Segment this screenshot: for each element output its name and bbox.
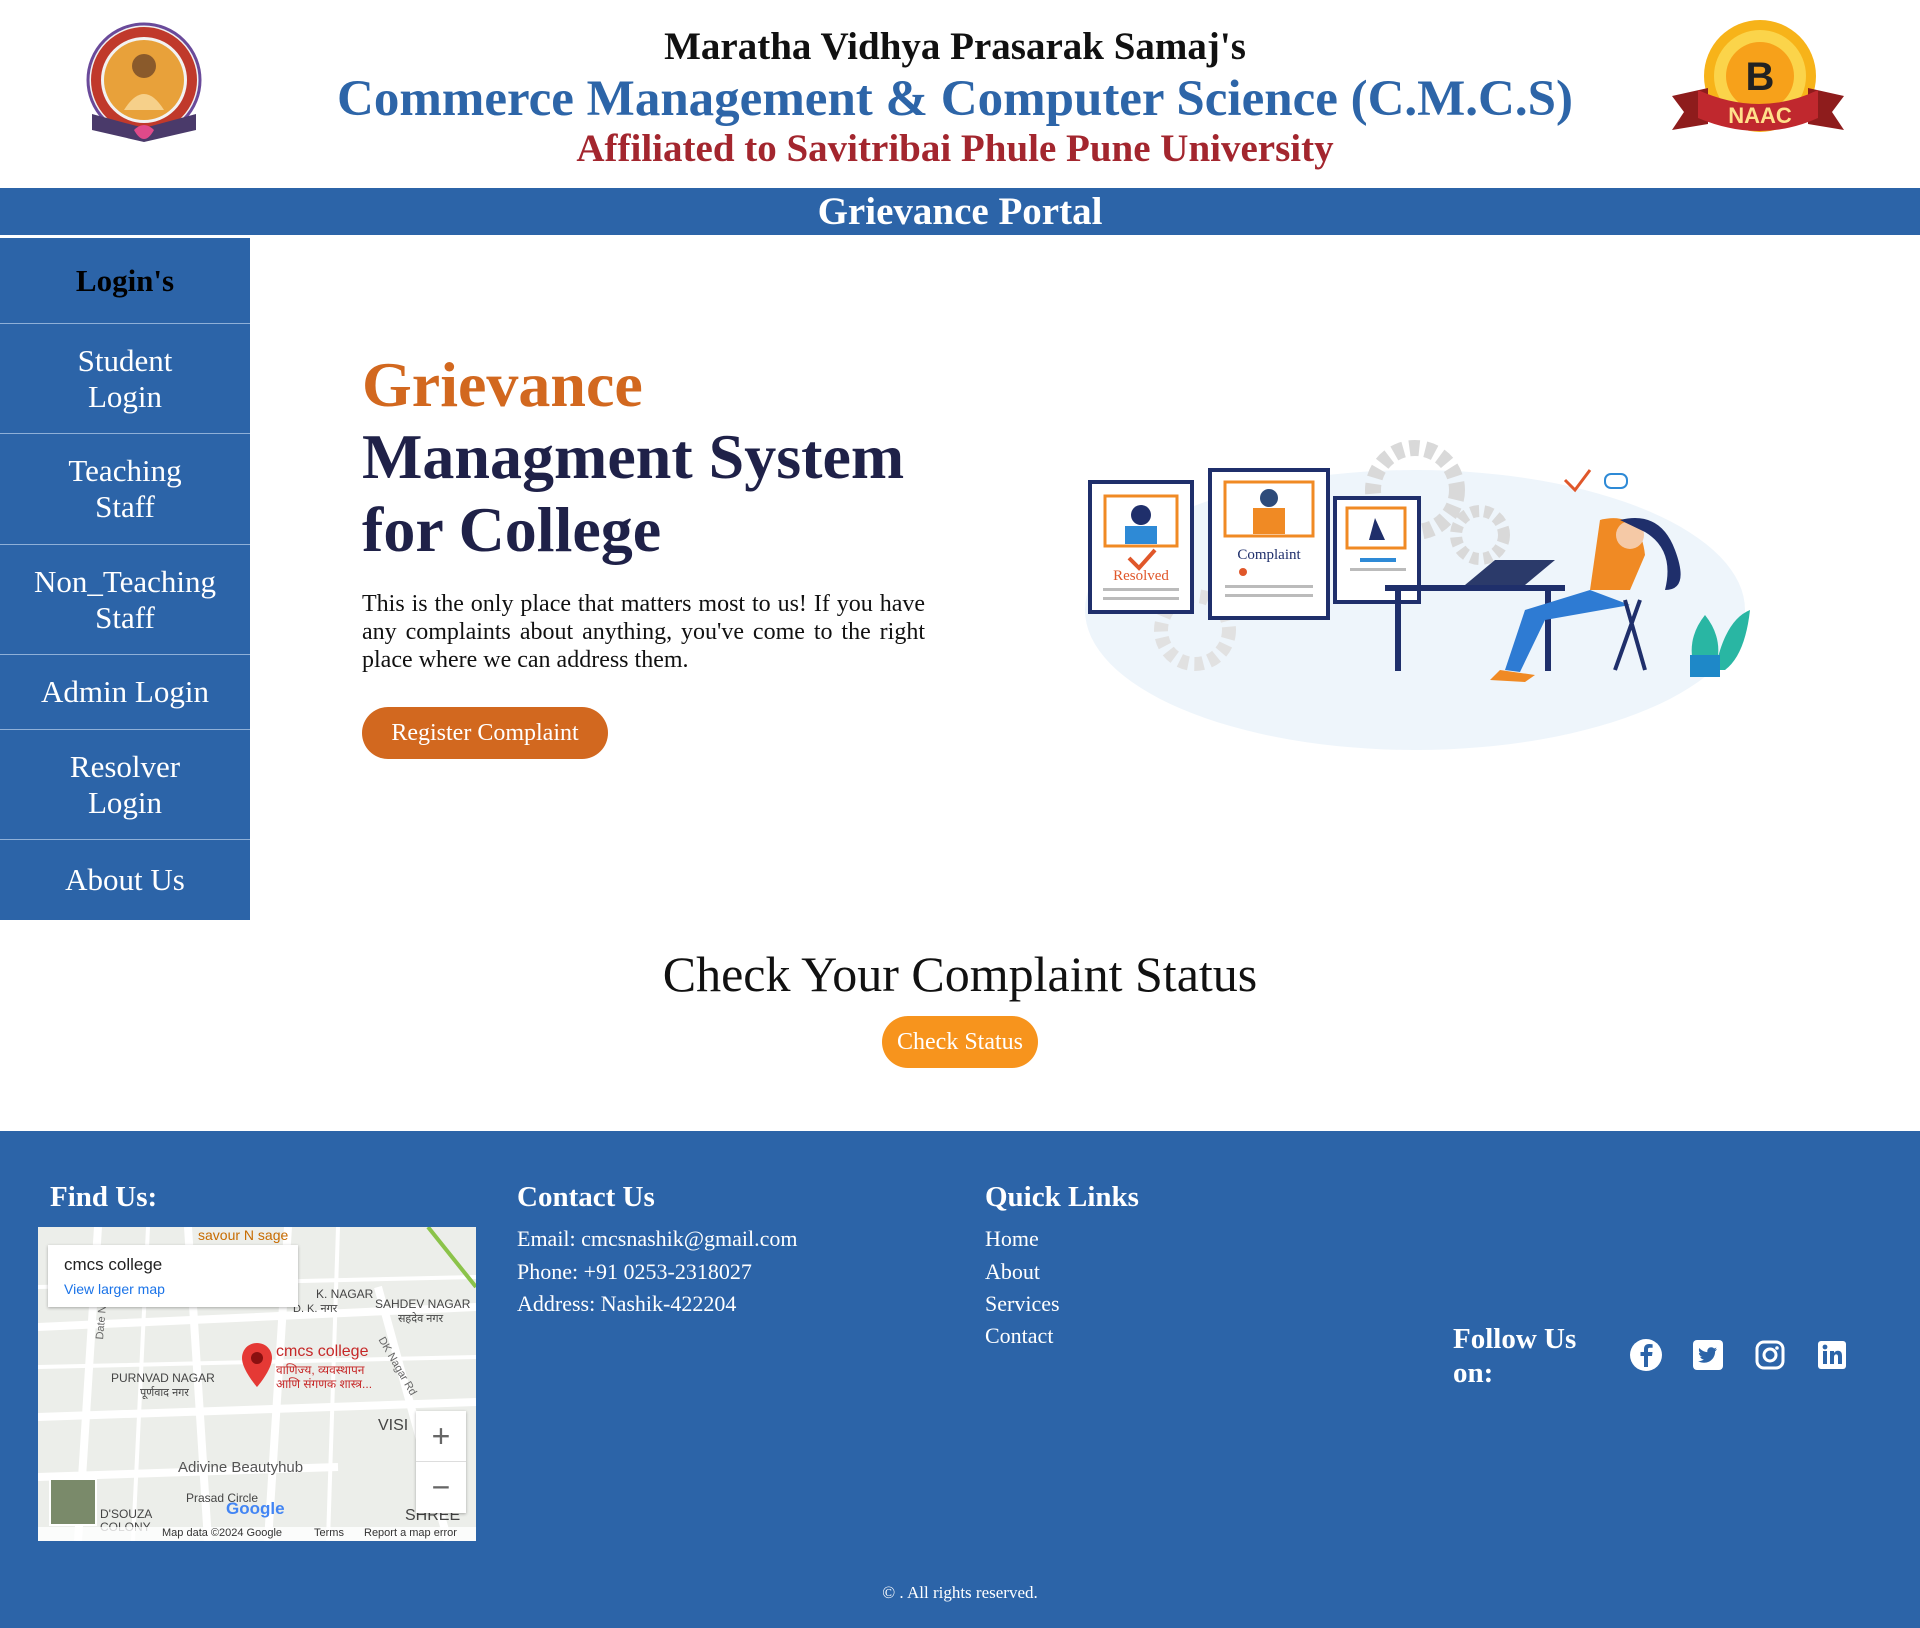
hero-title-accent: Grievance (362, 349, 643, 420)
map-info-card: cmcs college View larger map (48, 1245, 298, 1307)
sidebar-item-non-teaching-staff[interactable]: Non_Teaching Staff (0, 545, 250, 655)
complaint-label: Complaint (1237, 547, 1301, 563)
instagram-icon[interactable] (1752, 1337, 1788, 1373)
hero-description: This is the only place that matters most… (362, 591, 925, 673)
google-logo: Google (226, 1499, 285, 1518)
status-section-title: Check Your Complaint Status (662, 946, 1258, 1002)
contact-heading: Contact Us (517, 1181, 655, 1213)
sidebar-item-teaching-staff[interactable]: Teaching Staff (0, 434, 250, 545)
report-map-error-link[interactable]: Report a map error (364, 1527, 457, 1539)
map-pin-sub: आणि संगणक शास्त्र... (276, 1377, 373, 1391)
map-label-area: PURNVAD NAGAR (111, 1371, 215, 1385)
map-attribution: Map data ©2024 Google Terms Report a map… (38, 1527, 476, 1541)
sidebar-item-resolver-login[interactable]: Resolver Login (0, 730, 250, 840)
map-label-area: D. K. नगर (293, 1303, 338, 1315)
check-status-button[interactable]: Check Status (882, 1016, 1038, 1068)
site-footer: Find Us: savour N sage K. NAGAR D. K. नग… (0, 1131, 1920, 1628)
sidebar-item-admin-login[interactable]: Admin Login (0, 655, 250, 730)
register-complaint-button[interactable]: Register Complaint (362, 707, 608, 759)
map-label-area: पूर्णवाद नगर (140, 1387, 189, 1399)
sidebar-item-student-login[interactable]: Student Login (0, 324, 250, 434)
zoom-in-button[interactable]: + (416, 1411, 466, 1462)
copyright-text: © . All rights reserved. (882, 1583, 1038, 1602)
site-header: Maratha Vidhya Prasarak Samaj's Commerce… (0, 0, 1920, 188)
naac-badge: B NAAC (1672, 20, 1844, 132)
twitter-icon[interactable] (1690, 1337, 1726, 1373)
sidebar-item-about-us[interactable]: About Us (0, 840, 250, 920)
map-place-name: cmcs college (64, 1255, 163, 1274)
quick-link-home[interactable]: Home (985, 1226, 1039, 1252)
map-label-area: D'SOUZA (100, 1507, 153, 1521)
naac-grade: B (1746, 55, 1775, 99)
quick-link-about[interactable]: About (985, 1259, 1040, 1285)
society-name: Maratha Vidhya Prasarak Samaj's (664, 25, 1246, 68)
quick-link-contact[interactable]: Contact (985, 1323, 1053, 1349)
map-pin-label: cmcs college (276, 1343, 369, 1360)
quick-link-services[interactable]: Services (985, 1291, 1060, 1317)
map-label-area: VISI (378, 1417, 409, 1434)
map-pin-icon[interactable] (242, 1343, 272, 1387)
map-terms-link[interactable]: Terms (314, 1527, 344, 1539)
follow-us-heading-cont: on: (1453, 1357, 1494, 1389)
map-label-area: SAHDEV NAGAR (375, 1297, 471, 1311)
view-larger-map-link[interactable]: View larger map (64, 1281, 165, 1297)
facebook-icon[interactable] (1628, 1337, 1664, 1373)
map-zoom-control: + − (416, 1411, 466, 1513)
hero-title-line2: Managment System (362, 421, 905, 492)
contact-phone: Phone: +91 0253-2318027 (517, 1259, 752, 1284)
portal-title: Grievance Portal (0, 188, 1920, 235)
linkedin-icon[interactable] (1814, 1337, 1850, 1373)
follow-us-heading: Follow Us (1453, 1323, 1577, 1355)
map-label-poi: Adivine Beautyhub (178, 1459, 304, 1476)
hero-title-line3: for College (362, 494, 662, 565)
affiliation-text: Affiliated to Savitribai Phule Pune Univ… (576, 127, 1334, 170)
contact-address: Address: Nashik-422204 (517, 1291, 737, 1316)
naac-label: NAAC (1728, 103, 1792, 128)
find-us-heading: Find Us: (50, 1181, 158, 1213)
location-map[interactable]: savour N sage K. NAGAR D. K. नगर SAHDEV … (38, 1227, 476, 1541)
map-data-credit: Map data ©2024 Google (162, 1527, 283, 1539)
complaint-illustration: Resolved Complaint (1085, 440, 1750, 750)
quick-links-heading: Quick Links (985, 1181, 1139, 1213)
map-label-area: K. NAGAR (316, 1287, 374, 1301)
map-label-poi: savour N sage (198, 1227, 289, 1243)
contact-email: Email: cmcsnashik@gmail.com (517, 1226, 798, 1251)
login-sidebar: Login's Student Login Teaching Staff Non… (0, 238, 250, 920)
resolved-label: Resolved (1113, 568, 1169, 584)
sidebar-heading: Login's (0, 238, 250, 324)
map-label-area: सहदेव नगर (398, 1313, 444, 1325)
college-name: Commerce Management & Computer Science (… (337, 71, 1573, 127)
zoom-out-button[interactable]: − (416, 1462, 466, 1513)
